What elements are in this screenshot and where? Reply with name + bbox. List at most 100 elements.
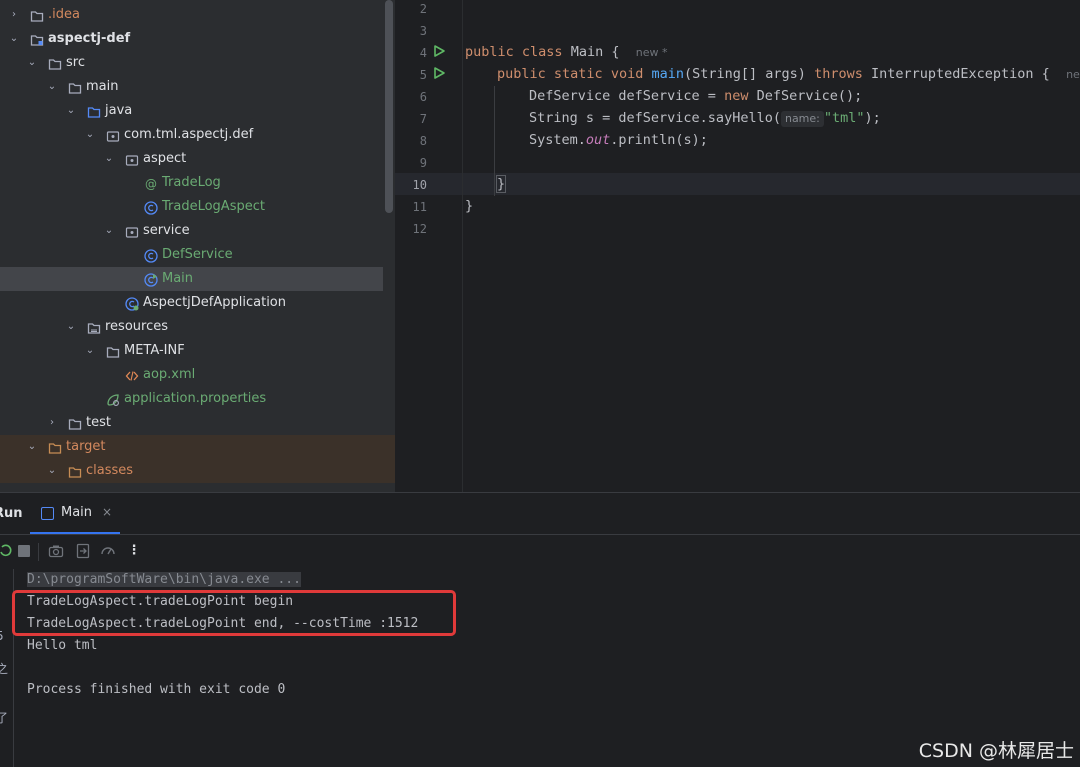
tree-item-label: META-INF xyxy=(124,343,185,358)
tree-scrollbar[interactable] xyxy=(385,0,393,213)
line-number: 4 xyxy=(419,46,427,60)
tree-item-service[interactable]: ⌄ service xyxy=(0,219,383,243)
tree-item-label: AspectjDefApplication xyxy=(143,295,286,310)
chevron-down-icon[interactable]: ⌄ xyxy=(84,123,96,147)
tree-item-aspectjdefapplication[interactable]: AspectjDefApplication xyxy=(0,291,383,315)
camera-icon[interactable] xyxy=(48,543,64,559)
folder-icon xyxy=(48,56,62,70)
tab-label: Main xyxy=(61,505,93,520)
line-number: 11 xyxy=(412,200,427,214)
tree-item-label: application.properties xyxy=(124,391,267,406)
chevron-down-icon[interactable]: ⌄ xyxy=(46,459,58,483)
tree-item-main[interactable]: Main xyxy=(0,267,383,291)
folder-icon xyxy=(30,8,44,22)
strip-label: 之 xyxy=(0,662,9,676)
resources-folder-icon xyxy=(87,320,101,334)
import-icon[interactable] xyxy=(75,543,91,559)
code-editor[interactable]: 2 3 4 5 6 7 8 9 10 11 12 public class Ma… xyxy=(395,0,1080,492)
project-tree[interactable]: › .idea ⌄ aspectj-def ⌄ src ⌄ main ⌄ java ⌄ com.tml… xyxy=(0,0,395,492)
parameter-hint: name: xyxy=(780,111,824,127)
chevron-down-icon[interactable]: ⌄ xyxy=(103,219,115,243)
module-folder-icon xyxy=(30,32,44,46)
chevron-right-icon[interactable]: › xyxy=(8,3,20,27)
author-hint: new * xyxy=(635,46,668,59)
tree-item-label: java xyxy=(105,103,133,118)
runnable-class-icon xyxy=(144,272,158,287)
tree-item-label: classes xyxy=(86,463,134,478)
excluded-folder-icon xyxy=(68,464,82,478)
tree-item-aop-xml[interactable]: aop.xml xyxy=(0,363,383,387)
tree-item-aspectj-def[interactable]: ⌄ aspectj-def xyxy=(0,27,383,51)
tree-item-idea[interactable]: › .idea xyxy=(0,3,383,27)
tree-item-label: aop.xml xyxy=(143,367,196,382)
run-panel-title: Run xyxy=(0,506,23,521)
tree-item-label: service xyxy=(143,223,190,238)
tree-item-com-tml-aspectj-def[interactable]: ⌄ com.tml.aspectj.def xyxy=(0,123,383,147)
tree-item-src[interactable]: ⌄ src xyxy=(0,51,383,75)
chevron-down-icon[interactable]: ⌄ xyxy=(26,51,38,75)
chevron-down-icon[interactable]: ⌄ xyxy=(65,99,77,123)
tree-item-main[interactable]: ⌄ main xyxy=(0,75,383,99)
class-icon xyxy=(144,248,158,263)
chevron-down-icon[interactable]: ⌄ xyxy=(65,315,77,339)
tree-item-label: src xyxy=(66,55,85,70)
more-options-icon[interactable]: ⋮ xyxy=(126,543,142,559)
line-number: 3 xyxy=(419,24,427,38)
tree-item-meta-inf[interactable]: ⌄ META-INF xyxy=(0,339,383,363)
tree-item-classes[interactable]: ⌄ classes xyxy=(0,459,395,483)
indent-guide xyxy=(494,86,495,196)
run-header: Run Main × xyxy=(0,493,1080,535)
tree-item-defservice[interactable]: DefService xyxy=(0,243,383,267)
strip-label: 5 xyxy=(0,629,4,643)
tree-item-label: resources xyxy=(105,319,169,334)
tab-main[interactable]: Main × xyxy=(30,493,120,534)
tree-item-tradelog[interactable]: @ TradeLog xyxy=(0,171,383,195)
tree-item-application-properties[interactable]: application.properties xyxy=(0,387,383,411)
tree-item-test[interactable]: › test xyxy=(0,411,383,435)
strip-label: 了 xyxy=(0,711,9,725)
properties-file-icon xyxy=(106,392,120,406)
chevron-down-icon[interactable]: ⌄ xyxy=(26,435,38,459)
tree-item-target[interactable]: ⌄ target xyxy=(0,435,395,459)
chevron-down-icon[interactable]: ⌄ xyxy=(84,339,96,363)
chevron-down-icon[interactable]: ⌄ xyxy=(8,27,20,51)
tree-item-aspect[interactable]: ⌄ aspect xyxy=(0,147,383,171)
chevron-right-icon[interactable]: › xyxy=(46,411,58,435)
line-number: 8 xyxy=(419,134,427,148)
spring-boot-class-icon xyxy=(125,296,139,311)
stop-icon[interactable] xyxy=(16,543,32,559)
line-number: 12 xyxy=(412,222,427,236)
code-line-7: String s = defService.sayHello(name: "tml… xyxy=(529,110,881,127)
excluded-folder-icon xyxy=(48,440,62,454)
console-command-line[interactable]: D:\programSoftWare\bin\java.exe ... xyxy=(27,569,418,591)
tree-item-label: Main xyxy=(162,271,194,286)
run-gutter-icon[interactable] xyxy=(432,44,446,58)
run-toolbar: ⋮ xyxy=(0,535,1080,569)
code-line-11: } xyxy=(465,198,474,214)
toolbar-divider xyxy=(38,543,39,561)
folder-icon xyxy=(68,80,82,94)
code-line-6: DefService defService = new DefService()… xyxy=(529,88,863,104)
rerun-icon[interactable] xyxy=(0,543,14,559)
class-icon xyxy=(144,200,158,215)
code-line-4: public class Main { new * xyxy=(465,44,668,60)
tree-item-tradelogaspect[interactable]: TradeLogAspect xyxy=(0,195,383,219)
chevron-down-icon[interactable]: ⌄ xyxy=(46,75,58,99)
tree-item-resources[interactable]: ⌄ resources xyxy=(0,315,383,339)
chevron-down-icon[interactable]: ⌄ xyxy=(103,147,115,171)
console-line: Process finished with exit code 0 xyxy=(27,682,286,697)
tree-item-label: com.tml.aspectj.def xyxy=(124,127,254,142)
folder-icon xyxy=(106,344,120,358)
package-icon xyxy=(125,224,139,238)
tree-item-label: main xyxy=(86,79,119,94)
close-icon[interactable]: × xyxy=(102,505,112,519)
tree-item-label: aspectj-def xyxy=(48,31,131,46)
code-line-10: } xyxy=(495,175,507,193)
console-line: Hello tml xyxy=(27,638,98,653)
run-gutter-icon[interactable] xyxy=(432,66,446,80)
tree-item-java[interactable]: ⌄ java xyxy=(0,99,383,123)
folder-icon xyxy=(68,416,82,430)
coverage-icon[interactable] xyxy=(100,543,116,559)
tree-item-label: TradeLog xyxy=(162,175,221,190)
